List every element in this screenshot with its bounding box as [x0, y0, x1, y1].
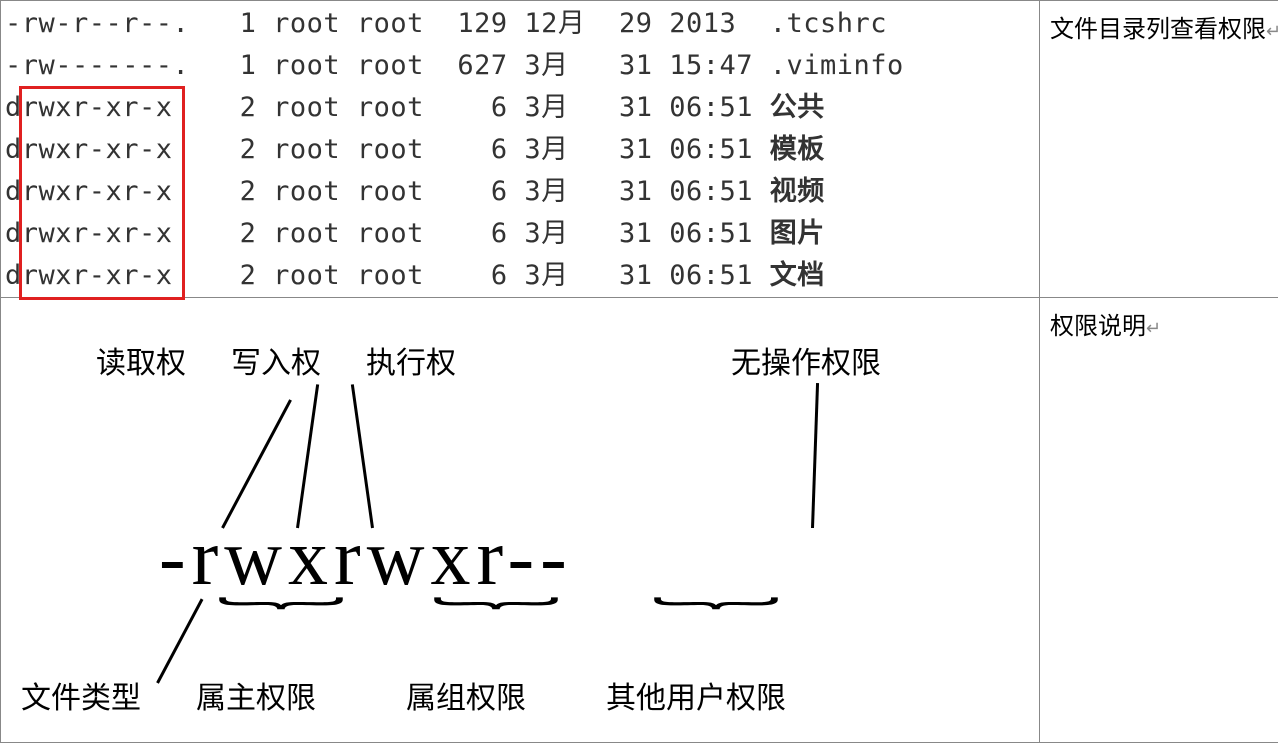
description-cell-2: 权限说明↵ [1040, 298, 1278, 743]
label-other: 其他用户权限 [606, 673, 786, 717]
permission-diagram: 读取权 写入权 执行权 无操作权限 -rwxrwxr-- ︸ ︸ ︸ 文件类型 [1, 298, 1039, 742]
desc1-text: 文件目录列查看权限 [1050, 9, 1266, 44]
brace-other: ︸ [651, 598, 781, 644]
line-filetype [156, 598, 203, 683]
label-owner: 属主权限 [196, 673, 316, 717]
brace-group: ︸ [431, 598, 561, 644]
ls-listing-cell: -rw-r--r--. 1 root root 129 12月 29 2013 … [1, 1, 1040, 298]
label-write: 写入权 [231, 338, 321, 382]
brace-owner: ︸ [216, 598, 346, 644]
return-icon: ↵ [1266, 17, 1278, 43]
line-write [296, 384, 319, 528]
permission-string: -rwxrwxr-- [159, 513, 573, 604]
label-exec: 执行权 [366, 338, 456, 382]
line-noop [811, 383, 819, 528]
return-icon: ↵ [1146, 314, 1161, 340]
label-group: 属组权限 [406, 673, 526, 717]
description-cell-1: 文件目录列查看权限↵ [1040, 1, 1278, 298]
desc2-text: 权限说明 [1050, 306, 1146, 341]
line-read [221, 399, 292, 528]
label-read: 读取权 [96, 338, 186, 382]
line-exec [351, 384, 374, 528]
ls-output: -rw-r--r--. 1 root root 129 12月 29 2013 … [1, 1, 1039, 297]
label-noop: 无操作权限 [731, 338, 881, 382]
label-filetype: 文件类型 [21, 673, 141, 717]
permission-diagram-cell: 读取权 写入权 执行权 无操作权限 -rwxrwxr-- ︸ ︸ ︸ 文件类型 [1, 298, 1040, 743]
